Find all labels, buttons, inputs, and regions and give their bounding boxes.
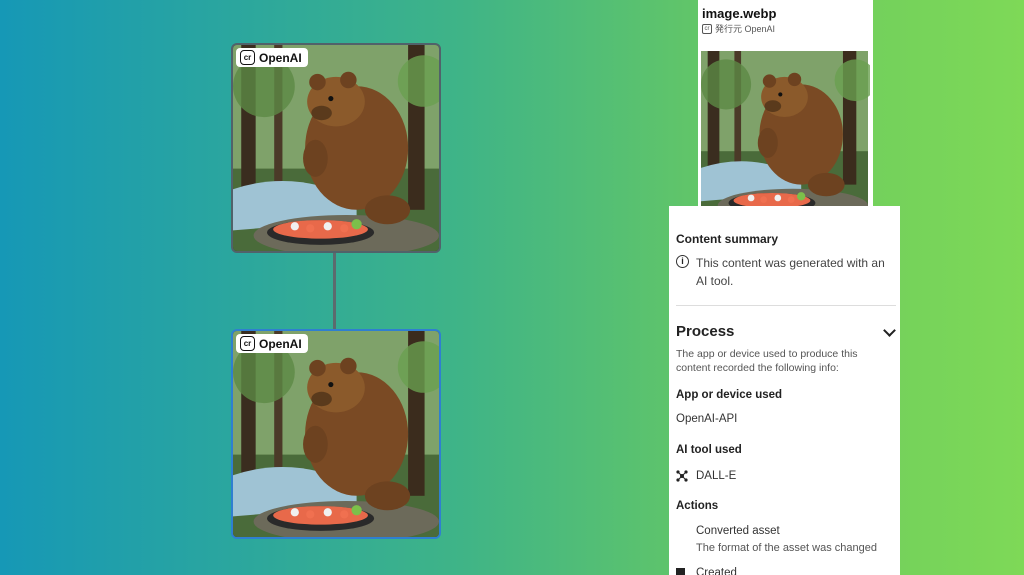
bear-sushi-image: [233, 45, 439, 251]
badge-label: OpenAI: [259, 50, 302, 65]
content-summary-text: This content was generated with an AI to…: [696, 256, 885, 288]
app-value: OpenAI-API: [676, 413, 738, 425]
action-converted-description: The format of the asset was changed: [696, 542, 877, 554]
issuer-label: 発行元 OpenAI: [715, 24, 776, 34]
created-icon: [676, 568, 685, 575]
ai-tool-value: DALL-E: [696, 470, 737, 482]
ai-tool-heading: AI tool used: [676, 444, 742, 456]
content-credentials-icon: cr: [240, 336, 255, 351]
asset-card: image.webp cr 発行元 OpenAI: [698, 0, 873, 222]
action-created-title: Created: [696, 567, 737, 575]
process-heading[interactable]: Process: [676, 323, 734, 340]
chevron-down-icon[interactable]: [883, 324, 896, 337]
content-credentials-icon: cr: [240, 50, 255, 65]
badge-label: OpenAI: [259, 336, 302, 351]
content-credentials-icon: cr: [702, 23, 712, 34]
actions-heading: Actions: [676, 500, 719, 512]
issuer: cr 発行元 OpenAI: [702, 22, 775, 35]
thumbnail-original[interactable]: cr OpenAI: [231, 43, 441, 253]
dalle-icon: [676, 470, 688, 482]
credentials-panel: Content summary i This content was gener…: [669, 206, 900, 575]
process-description: The app or device used to produce this c…: [676, 348, 858, 374]
divider: [676, 305, 896, 306]
provenance-badge[interactable]: cr OpenAI: [236, 334, 308, 353]
provenance-badge[interactable]: cr OpenAI: [236, 48, 308, 67]
bear-sushi-image: [233, 331, 439, 537]
lineage-connector: [333, 253, 336, 329]
action-converted-title: Converted asset: [696, 525, 780, 537]
app-heading: App or device used: [676, 389, 783, 401]
asset-preview: [699, 51, 870, 218]
content-summary-heading: Content summary: [676, 232, 779, 246]
thumbnail-derived[interactable]: cr OpenAI: [231, 329, 441, 539]
info-icon: i: [676, 255, 689, 268]
file-name: image.webp: [702, 6, 777, 21]
bear-sushi-image: [699, 51, 870, 218]
